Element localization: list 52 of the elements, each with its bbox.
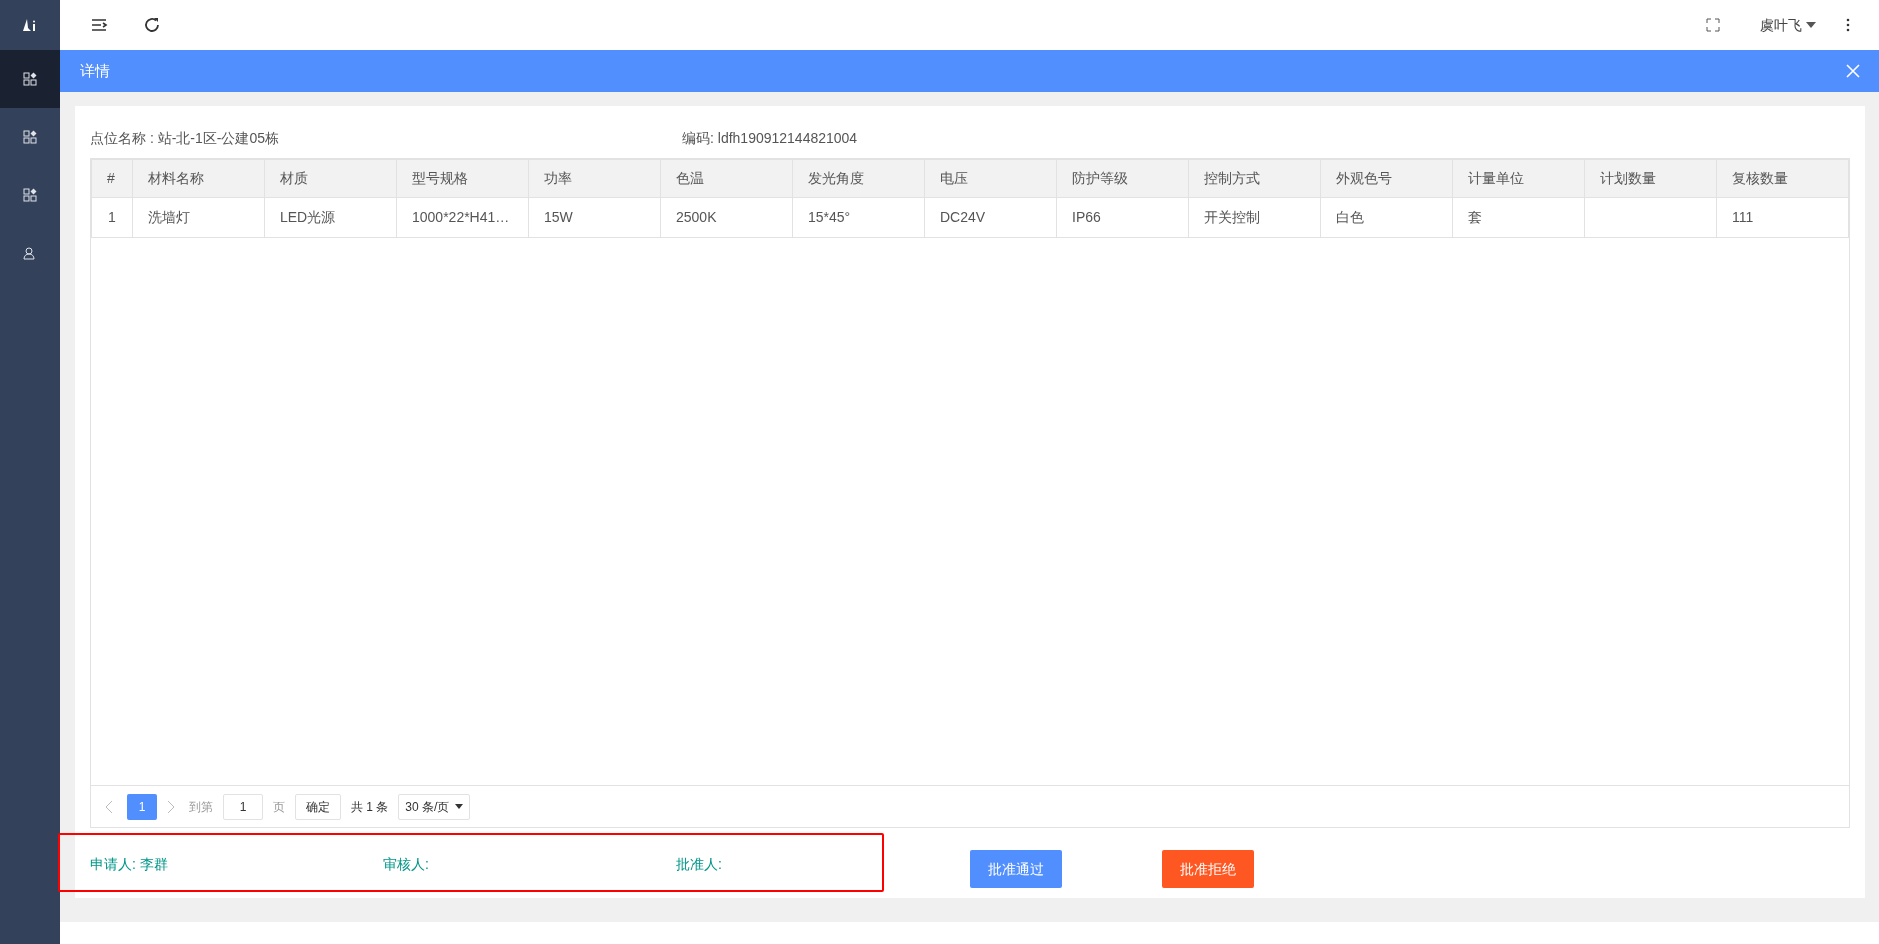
signature-label: 申请人: 李群 bbox=[90, 855, 169, 874]
table-cell: 洗墙灯 bbox=[132, 197, 265, 238]
column-header: 外观色号 bbox=[1320, 159, 1453, 198]
column-header: 发光角度 bbox=[792, 159, 925, 198]
goto-label: 到第 bbox=[189, 798, 213, 816]
caret-icon bbox=[455, 804, 464, 809]
table-cell: IP66 bbox=[1056, 197, 1189, 238]
table-cell: 1000*22*H41… bbox=[396, 197, 529, 238]
table-cell: 15*45° bbox=[792, 197, 925, 238]
table-cell: 1 bbox=[91, 197, 133, 238]
column-header: 色温 bbox=[660, 159, 793, 198]
column-header: 材质 bbox=[264, 159, 397, 198]
column-header: 复核数量 bbox=[1716, 159, 1849, 198]
user-menu[interactable]: 虞叶飞 bbox=[1760, 14, 1816, 36]
page-input[interactable]: 1 bbox=[223, 793, 263, 820]
table-cell: DC24V bbox=[924, 197, 1057, 238]
column-header: # bbox=[91, 159, 133, 198]
refresh-icon[interactable] bbox=[143, 16, 161, 34]
column-header: 功率 bbox=[528, 159, 661, 198]
location-name: 点位名称 : 站-北-1区-公建05栋 bbox=[90, 128, 280, 148]
column-header: 计量单位 bbox=[1452, 159, 1585, 198]
column-header: 材料名称 bbox=[132, 159, 265, 198]
table-cell: 15W bbox=[528, 197, 661, 238]
column-header: 型号规格 bbox=[396, 159, 529, 198]
dialog-title: 详情 bbox=[80, 60, 110, 81]
table-cell: LED光源 bbox=[264, 197, 397, 238]
grid-icon bbox=[23, 72, 37, 86]
signature-label: 批准人: bbox=[676, 855, 722, 874]
menu-icon[interactable] bbox=[90, 16, 108, 34]
column-header: 电压 bbox=[924, 159, 1057, 198]
caret-icon bbox=[1806, 22, 1816, 28]
page-size-select[interactable]: 30 条/页 bbox=[398, 793, 471, 820]
table-cell: 套 bbox=[1452, 197, 1585, 238]
user-icon bbox=[23, 246, 37, 260]
column-header: 计划数量 bbox=[1584, 159, 1717, 198]
table-cell: 111 bbox=[1716, 197, 1849, 238]
table-cell: 2500K bbox=[660, 197, 793, 238]
grid-icon bbox=[23, 130, 37, 144]
column-header: 防护等级 bbox=[1056, 159, 1189, 198]
grid-nav-item[interactable] bbox=[0, 50, 60, 108]
table-cell: 开关控制 bbox=[1188, 197, 1321, 238]
confirm-button[interactable]: 确定 bbox=[295, 793, 341, 820]
close-icon[interactable] bbox=[1846, 64, 1860, 78]
signature-label: 审核人: bbox=[383, 855, 430, 874]
column-header: 控制方式 bbox=[1188, 159, 1321, 198]
code-label: 编码: ldfh190912144821004 bbox=[682, 128, 858, 148]
page-unit: 页 bbox=[273, 798, 285, 816]
fullscreen-icon[interactable] bbox=[1706, 18, 1720, 32]
more-icon[interactable] bbox=[1846, 17, 1850, 33]
table-cell: 白色 bbox=[1320, 197, 1453, 238]
total-count: 共 1 条 bbox=[351, 798, 389, 816]
grid-icon bbox=[23, 188, 37, 202]
